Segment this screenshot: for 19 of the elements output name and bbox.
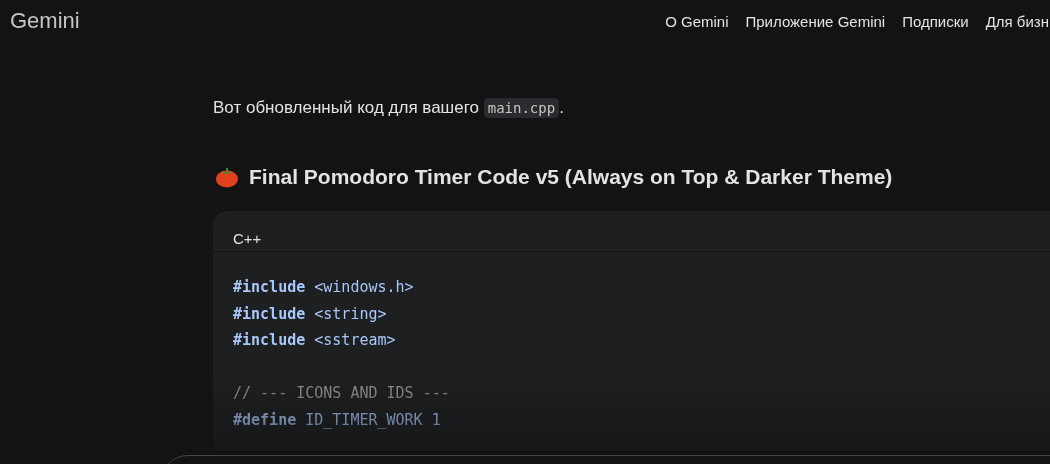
code-text: ID_TIMER_WORK 1 [305,410,441,429]
section-heading: Final Pomodoro Timer Code v5 (Always on Top & Darker Theme) [249,165,893,189]
code-comment: // --- ICONS AND IDS --- [233,384,450,402]
inline-code: main.cpp [483,98,560,118]
intro-text: Вот обновленный код для вашего main.cpp . [213,97,565,120]
tomato-icon [215,166,239,188]
code-keyword: #define [233,410,297,429]
nav-link[interactable]: Подписки [902,12,969,30]
code-keyword: #include [233,331,306,349]
logo[interactable]: Gemini [10,8,80,34]
code-keyword: #include [233,278,306,296]
code-language: C++ [213,211,1050,252]
code-text: <string> [314,304,387,323]
code-text: <windows.h> [314,278,414,296]
code-text: <sstream> [314,331,396,349]
nav-link[interactable]: О Gemini [665,12,729,30]
nav-link[interactable]: Для бизн [985,12,1049,30]
nav-link[interactable]: Приложение Gemini [745,12,886,30]
code-keyword: #include [233,304,306,323]
